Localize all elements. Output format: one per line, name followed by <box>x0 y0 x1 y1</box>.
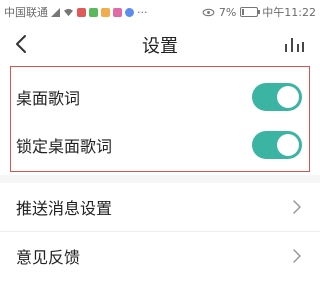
status-bar-left: 中国联通 ··· <box>4 4 148 20</box>
chevron-right-icon <box>293 200 301 214</box>
push-settings-label: 推送消息设置 <box>16 199 113 218</box>
signal-icon <box>51 7 60 17</box>
desktop-lyrics-label: 桌面歌词 <box>16 89 81 108</box>
app-notification-icon <box>113 7 122 17</box>
wifi-icon <box>64 8 73 16</box>
app-header: 设置 <box>0 22 320 66</box>
feedback-label: 意见反馈 <box>16 248 81 267</box>
app-notification-icon <box>77 7 86 17</box>
carrier-label: 中国联通 <box>4 6 48 19</box>
toggle-knob <box>277 134 299 156</box>
battery-percent: 7% <box>218 5 237 19</box>
app-notification-icon <box>101 7 110 17</box>
more-notifications-icon: ··· <box>137 5 148 19</box>
setting-row-push-settings[interactable]: 推送消息设置 <box>0 183 320 231</box>
setting-row-lock-desktop-lyrics: 锁定桌面歌词 <box>0 121 320 169</box>
setting-row-desktop-lyrics: 桌面歌词 <box>0 73 320 121</box>
stats-bars-icon[interactable] <box>282 34 306 54</box>
clock: 中午11:22 <box>262 6 316 19</box>
app-notification-icon <box>89 7 98 17</box>
battery-icon <box>240 7 261 17</box>
section-divider <box>0 175 320 183</box>
setting-row-feedback[interactable]: 意见反馈 <box>0 232 320 280</box>
app-notification-icon <box>125 7 134 17</box>
desktop-lyrics-toggle[interactable] <box>252 83 302 111</box>
status-bar-right: 7% 中午11:22 <box>202 4 316 20</box>
lock-desktop-lyrics-toggle[interactable] <box>252 131 302 159</box>
page-title: 设置 <box>142 36 178 57</box>
chevron-right-icon <box>293 249 301 263</box>
eye-icon <box>202 8 215 16</box>
lock-desktop-lyrics-label: 锁定桌面歌词 <box>16 137 113 156</box>
toggle-knob <box>277 86 299 108</box>
status-bar: 中国联通 ··· 7% 中午11:22 <box>0 0 320 22</box>
